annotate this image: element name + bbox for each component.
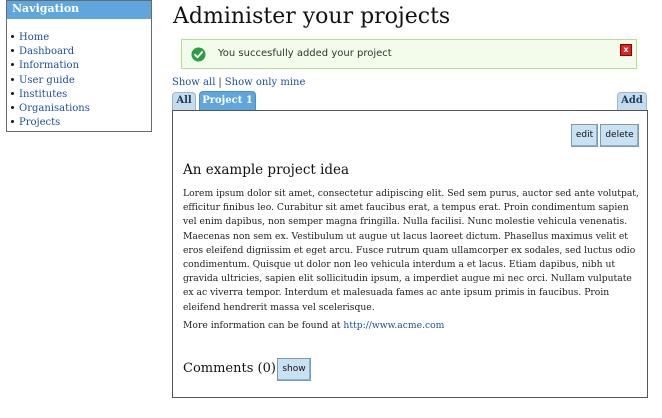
navigation-sidebar: Navigation Home Dashboard Information Us… bbox=[6, 0, 152, 132]
project-filters: Show all | Show only mine bbox=[172, 77, 305, 88]
close-icon[interactable]: x bbox=[620, 44, 632, 56]
project-panel: edit delete An example project idea Lore… bbox=[172, 110, 648, 398]
more-info-text: More information can be found at bbox=[183, 320, 341, 331]
nav-link-information[interactable]: Information bbox=[19, 60, 79, 71]
navigation-title: Navigation bbox=[7, 1, 151, 19]
nav-item-institutes: Institutes bbox=[7, 88, 151, 102]
nav-item-dashboard: Dashboard bbox=[7, 45, 151, 59]
check-circle-icon bbox=[191, 47, 206, 62]
page-title: Administer your projects bbox=[173, 4, 451, 29]
show-only-mine-link[interactable]: Show only mine bbox=[225, 77, 306, 88]
nav-link-user-guide[interactable]: User guide bbox=[19, 75, 75, 86]
nav-item-projects: Projects bbox=[7, 116, 151, 130]
more-information: More information can be found at http://… bbox=[183, 320, 444, 331]
filter-separator: | bbox=[218, 77, 222, 88]
nav-link-projects[interactable]: Projects bbox=[19, 117, 60, 128]
nav-item-user-guide: User guide bbox=[7, 74, 151, 88]
bullet-icon bbox=[11, 77, 14, 81]
tab-add[interactable]: Add bbox=[617, 92, 647, 110]
nav-item-organisations: Organisations bbox=[7, 102, 151, 116]
nav-link-home[interactable]: Home bbox=[19, 32, 49, 43]
show-all-link[interactable]: Show all bbox=[172, 77, 215, 88]
delete-button[interactable]: delete bbox=[600, 124, 639, 147]
project-url-link[interactable]: http://www.acme.com bbox=[343, 320, 444, 331]
success-message: You succesfully added your project x bbox=[181, 39, 637, 69]
nav-link-dashboard[interactable]: Dashboard bbox=[19, 46, 74, 57]
bullet-icon bbox=[11, 120, 14, 124]
tab-project-1[interactable]: Project 1 bbox=[199, 91, 256, 110]
comments-heading: Comments (0) bbox=[183, 361, 276, 376]
bullet-icon bbox=[11, 35, 14, 38]
bullet-icon bbox=[11, 49, 14, 53]
nav-item-home: Home bbox=[7, 31, 151, 45]
nav-link-organisations[interactable]: Organisations bbox=[19, 103, 90, 114]
edit-button[interactable]: edit bbox=[571, 124, 598, 147]
navigation-list: Home Dashboard Information User guide In… bbox=[7, 31, 151, 130]
project-title: An example project idea bbox=[183, 162, 350, 178]
show-comments-button[interactable]: show bbox=[277, 358, 311, 381]
project-description: Lorem ipsum dolor sit amet, consectetur … bbox=[183, 188, 639, 313]
bullet-icon bbox=[11, 106, 14, 110]
nav-link-institutes[interactable]: Institutes bbox=[19, 89, 67, 100]
success-message-text: You succesfully added your project bbox=[218, 48, 392, 59]
nav-item-information: Information bbox=[7, 59, 151, 73]
bullet-icon bbox=[11, 63, 14, 67]
bullet-icon bbox=[11, 91, 14, 95]
tab-all[interactable]: All bbox=[172, 92, 196, 110]
